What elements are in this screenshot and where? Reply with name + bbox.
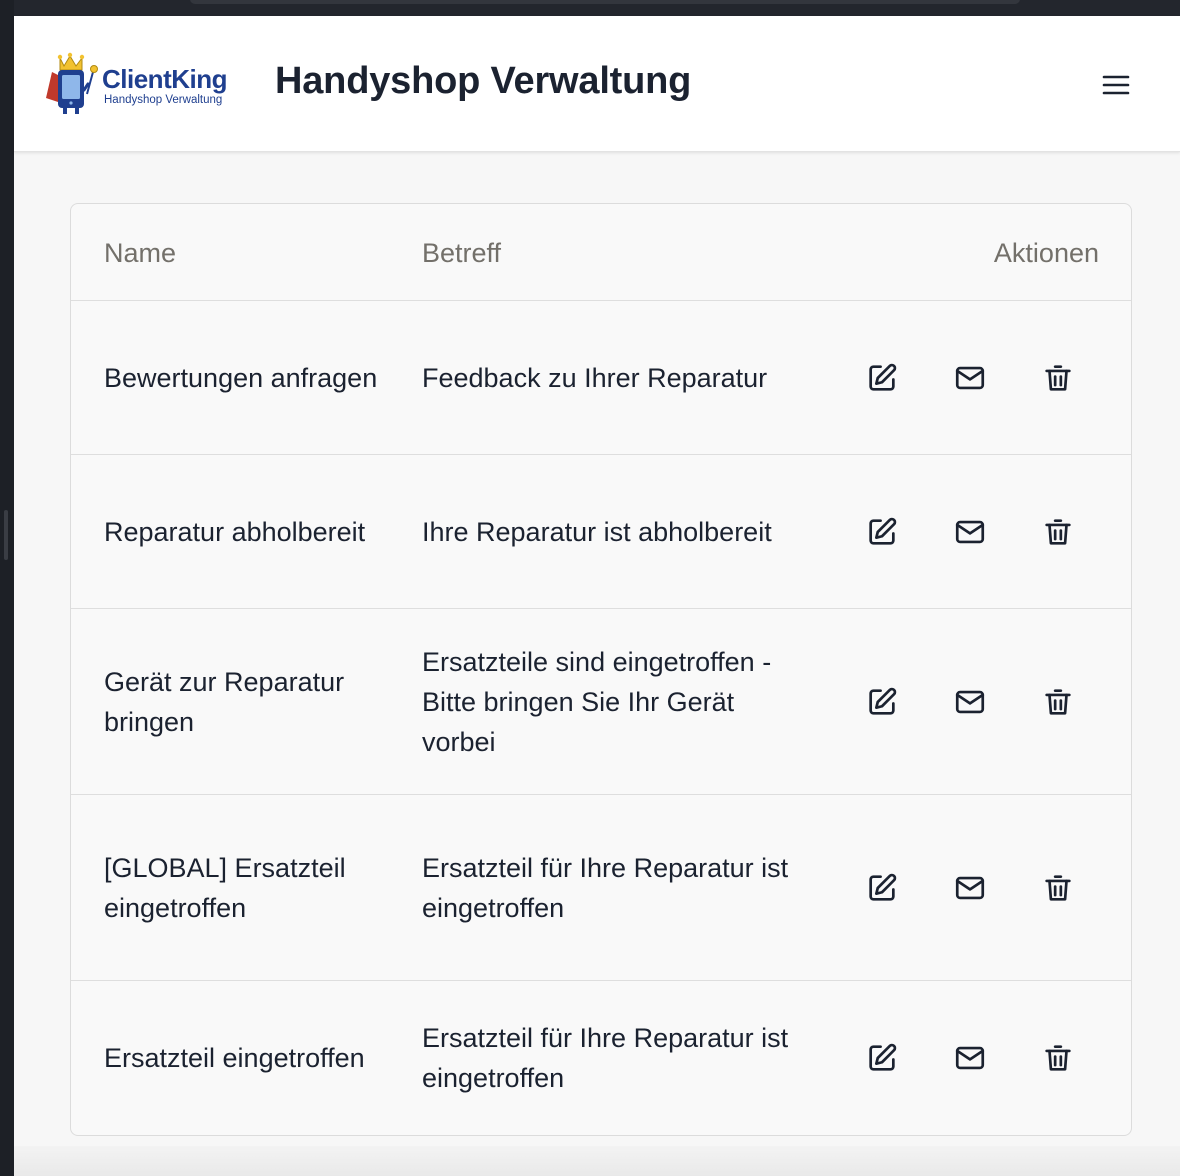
table-row: [GLOBAL] Ersatzteil eingetroffen Ersatzt… xyxy=(71,795,1131,981)
delete-button[interactable] xyxy=(1038,1038,1078,1078)
template-subject-cell: Ersatzteile sind eingetroffen - Bitte br… xyxy=(422,646,772,757)
template-subject-cell: Ihre Reparatur ist abholbereit xyxy=(422,516,772,547)
table-row: Ersatzteil eingetroffen Ersatzteil für I… xyxy=(71,981,1131,1134)
edit-icon xyxy=(869,517,897,545)
mail-icon xyxy=(955,690,985,713)
window-left-edge xyxy=(0,0,14,1176)
logo-wordmark: ClientKing xyxy=(102,64,228,94)
edit-icon xyxy=(869,687,897,715)
edit-icon xyxy=(869,363,897,391)
send-mail-button[interactable] xyxy=(950,512,990,552)
template-name-cell: Gerät zur Reparatur bringen xyxy=(104,666,345,737)
template-name-cell: Bewertungen anfragen xyxy=(104,362,378,393)
edit-button[interactable] xyxy=(862,868,902,908)
template-subject-cell: Ersatzteil für Ihre Reparatur ist einget… xyxy=(422,1022,789,1093)
browser-top-strip xyxy=(0,0,1180,16)
edit-button[interactable] xyxy=(862,358,902,398)
clientking-logo[interactable]: ClientKing Handyshop Verwaltung xyxy=(44,50,234,116)
delete-button[interactable] xyxy=(1038,868,1078,908)
browser-tab-bar xyxy=(190,0,1020,4)
delete-button[interactable] xyxy=(1038,358,1078,398)
page-bottom-area xyxy=(14,1146,1180,1176)
template-subject-cell: Ersatzteil für Ihre Reparatur ist einget… xyxy=(422,852,789,923)
templates-table-card: Name Betreff Aktionen Bewertungen anfrag… xyxy=(70,203,1132,1136)
trash-icon xyxy=(1045,364,1071,391)
template-name-cell: [GLOBAL] Ersatzteil eingetroffen xyxy=(104,852,346,923)
send-mail-button[interactable] xyxy=(950,358,990,398)
edit-button[interactable] xyxy=(862,682,902,722)
trash-icon xyxy=(1045,874,1071,901)
mail-icon xyxy=(955,1046,985,1069)
app-header: ClientKing Handyshop Verwaltung Handysho… xyxy=(14,16,1180,152)
delete-button[interactable] xyxy=(1038,682,1078,722)
app-window: ClientKing Handyshop Verwaltung Handysho… xyxy=(14,16,1180,1176)
edit-button[interactable] xyxy=(862,512,902,552)
edit-icon xyxy=(869,873,897,901)
resize-handle[interactable] xyxy=(4,510,8,560)
hamburger-menu-button[interactable] xyxy=(1094,66,1138,104)
table-header-row: Name Betreff Aktionen xyxy=(71,204,1131,301)
mail-icon xyxy=(955,876,985,899)
send-mail-button[interactable] xyxy=(950,868,990,908)
column-header-actions: Aktionen xyxy=(993,238,1099,268)
template-name-cell: Ersatzteil eingetroffen xyxy=(104,1042,365,1073)
trash-icon xyxy=(1045,688,1071,715)
send-mail-button[interactable] xyxy=(950,682,990,722)
page-title: Handyshop Verwaltung xyxy=(275,60,692,102)
edit-button[interactable] xyxy=(862,1038,902,1078)
send-mail-button[interactable] xyxy=(950,1038,990,1078)
table-row: Bewertungen anfragen Feedback zu Ihrer R… xyxy=(71,301,1131,455)
mail-icon xyxy=(955,366,985,389)
mail-icon xyxy=(955,520,985,543)
table-row: Gerät zur Reparatur bringen Ersatzteile … xyxy=(71,609,1131,795)
logo-subtitle: Handyshop Verwaltung xyxy=(104,94,223,106)
hamburger-menu-icon xyxy=(1102,75,1130,95)
trash-icon xyxy=(1045,518,1071,545)
logo-mascot-icon xyxy=(46,52,98,114)
delete-button[interactable] xyxy=(1038,512,1078,552)
edit-icon xyxy=(869,1043,897,1071)
column-header-subject[interactable]: Betreff xyxy=(422,238,501,269)
column-header-name[interactable]: Name xyxy=(104,238,176,269)
trash-icon xyxy=(1045,1044,1071,1071)
template-name-cell: Reparatur abholbereit xyxy=(104,516,366,547)
table-row: Reparatur abholbereit Ihre Reparatur ist… xyxy=(71,455,1131,609)
template-subject-cell: Feedback zu Ihrer Reparatur xyxy=(422,362,768,393)
